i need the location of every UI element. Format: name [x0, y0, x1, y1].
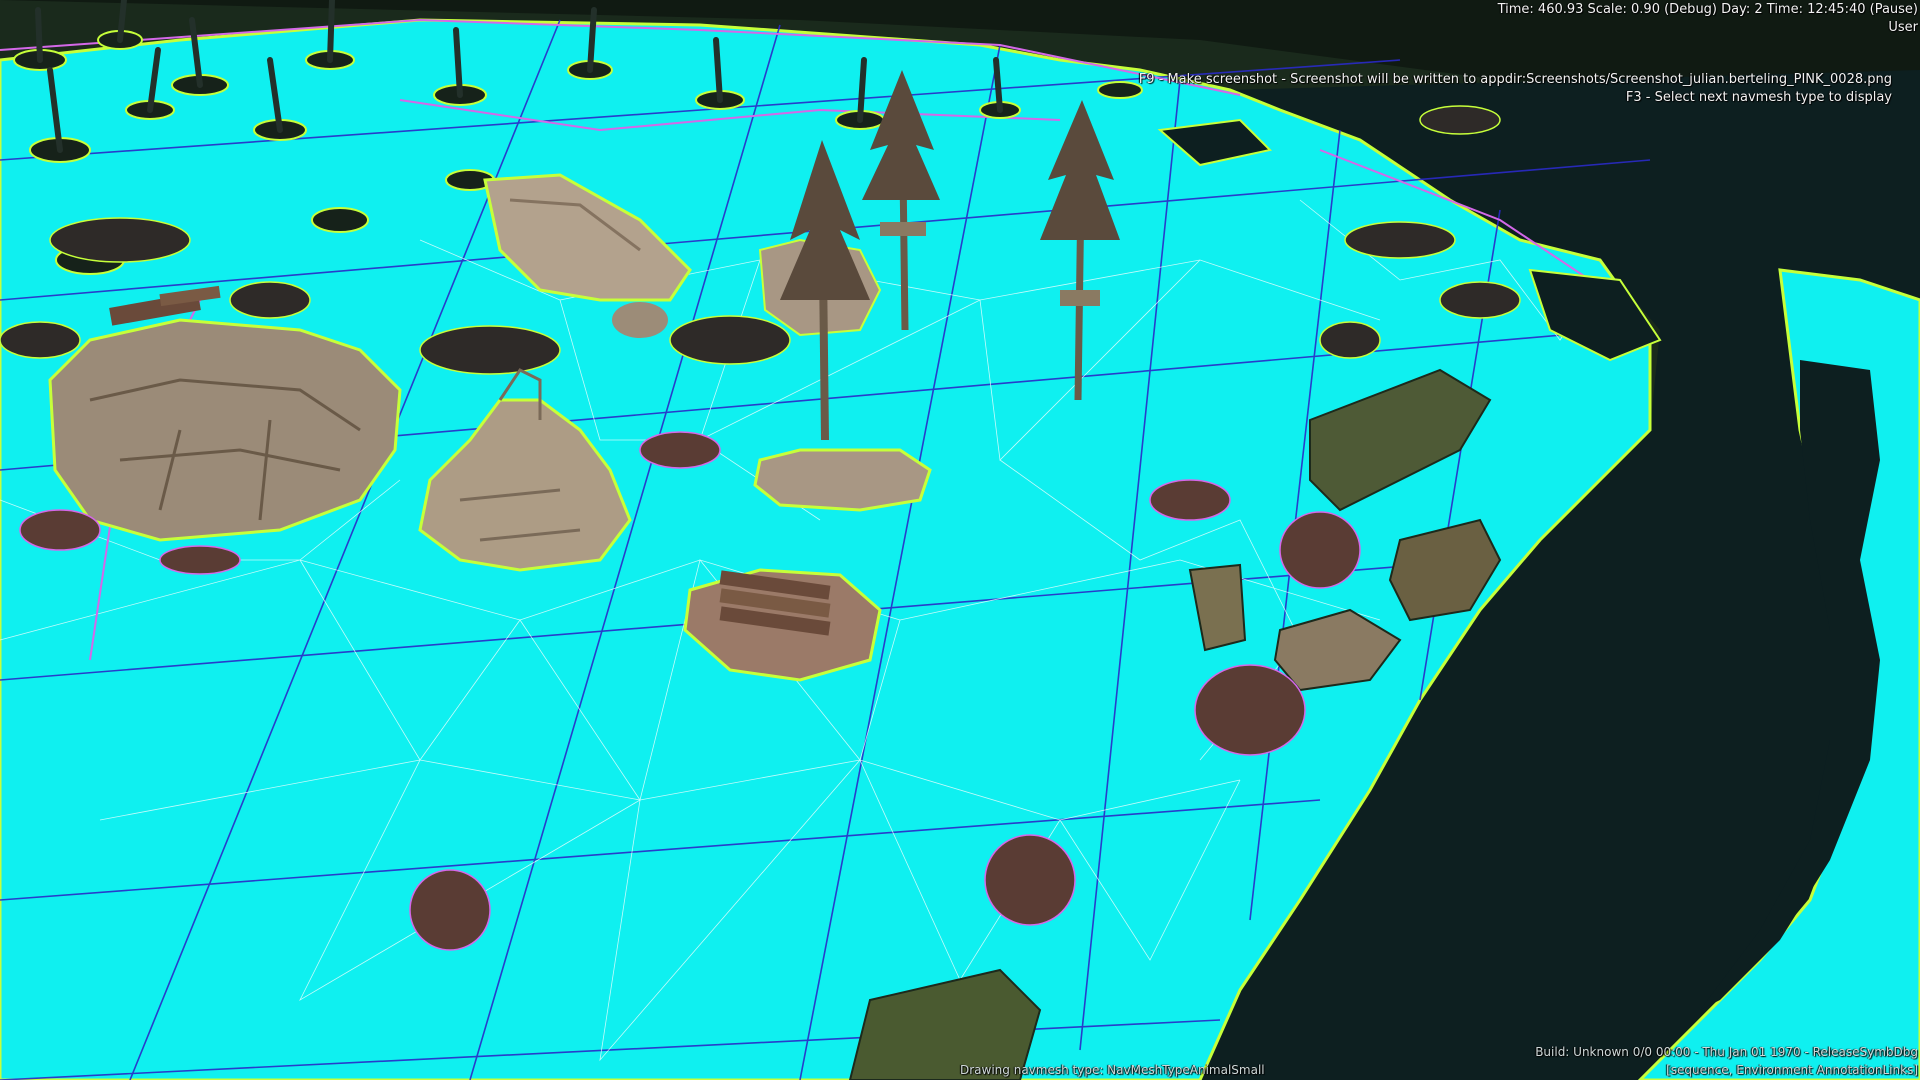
screenshot-hint: F9 - Make screenshot - Screenshot will b… — [1138, 72, 1892, 87]
navmesh-type-hint: F3 - Select next navmesh type to display — [1625, 90, 1892, 105]
navmesh-debug-scene — [0, 0, 1920, 1080]
debug-status-line: Time: 460.93 Scale: 0.90 (Debug) Day: 2 … — [1497, 2, 1918, 17]
active-layers-info: [sequence, Environment AnnotationLinks] — [1666, 1063, 1918, 1077]
game-viewport[interactable]: Time: 460.93 Scale: 0.90 (Debug) Day: 2 … — [0, 0, 1920, 1080]
low-rock-with-tree — [753, 448, 932, 512]
build-info: Build: Unknown 0/0 00:00 - Thu Jan 01 19… — [1535, 1045, 1918, 1059]
user-label: User — [1888, 20, 1918, 35]
navmesh-type-readout: Drawing navmesh type: NavMeshTypeAnimalS… — [960, 1063, 1265, 1077]
